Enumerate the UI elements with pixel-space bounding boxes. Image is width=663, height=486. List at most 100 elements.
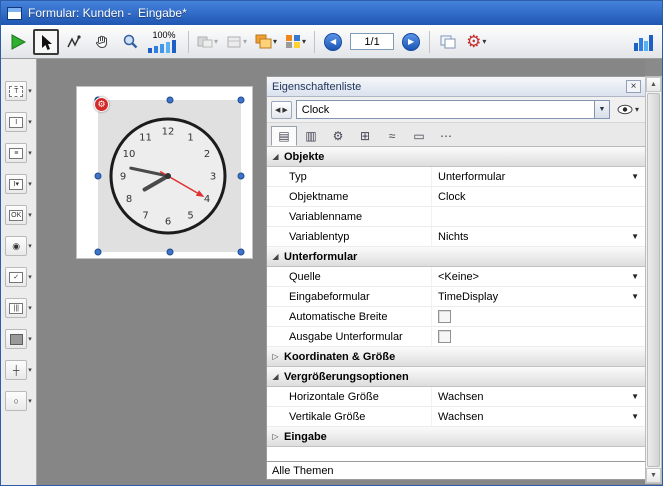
chevron-down-icon[interactable]: ▼ (594, 101, 609, 118)
select-tool-button[interactable] (33, 29, 59, 55)
clock-number: 11 (139, 133, 152, 144)
page-indicator[interactable]: 1/1 (350, 33, 394, 50)
layout-tab[interactable]: ⊞ (352, 126, 378, 146)
clock-widget[interactable]: ⚙ 121234567891011 (98, 100, 241, 252)
ellipse-tool-button[interactable]: ○ (5, 391, 27, 411)
selection-handle[interactable] (238, 173, 245, 180)
object-combobox[interactable]: Clock ▼ (296, 100, 610, 119)
dropdown-arrow-icon[interactable]: ▼ (631, 392, 639, 401)
separator-tool-button[interactable]: ┼ (5, 360, 27, 380)
selection-handle[interactable] (238, 97, 245, 104)
prev-page-button[interactable]: ◀ (320, 29, 346, 55)
section-koordinaten-größe[interactable]: ▷Koordinaten & Größe (267, 347, 646, 367)
selection-handle[interactable] (95, 249, 102, 256)
ok-button-tool-button[interactable]: OK (5, 205, 27, 225)
windows-button[interactable] (435, 29, 461, 55)
visibility-button[interactable]: ▾ (614, 100, 642, 120)
value-text: Wachsen (438, 391, 483, 403)
section-unterformular[interactable]: ◢Unterformular (267, 247, 646, 267)
text-field-tool-dropdown[interactable]: ▾ (28, 118, 32, 126)
property-value-variablenname[interactable] (432, 207, 646, 226)
property-value-horizontale-größe[interactable]: Wachsen ▼ (432, 387, 646, 406)
dropdown-arrow-icon[interactable]: ▼ (631, 232, 639, 241)
next-object-icon[interactable]: ▶ (282, 106, 287, 114)
properties-tab[interactable]: ▤ (271, 126, 297, 146)
scroll-down-icon[interactable]: ▼ (646, 468, 661, 483)
selection-handle[interactable] (166, 249, 173, 256)
titlebar[interactable]: Formular: Kunden - Eingabe* (1, 1, 662, 25)
panel-tool-button[interactable] (5, 329, 27, 349)
section-eingabe[interactable]: ▷Eingabe (267, 427, 646, 447)
button-group-tool-dropdown[interactable]: ▾ (28, 304, 32, 312)
run-form-button[interactable] (5, 29, 31, 55)
selection-handle[interactable] (238, 249, 245, 256)
radio-button-tool-dropdown[interactable]: ▾ (28, 242, 32, 250)
list-box-tool-button[interactable]: ≡ (5, 143, 27, 163)
property-row-typ: TypUnterformular▼ (267, 167, 646, 187)
close-icon[interactable]: × (626, 80, 641, 93)
scroll-up-icon[interactable]: ▲ (646, 77, 661, 92)
section-objekte[interactable]: ◢Objekte (267, 147, 646, 167)
dropdown-arrow-icon: ▾ (214, 37, 218, 46)
settings-tab[interactable]: ⚙ (325, 126, 351, 146)
checkbox[interactable] (438, 330, 451, 343)
scrollbar-thumb[interactable] (647, 93, 660, 467)
freehand-tool-button[interactable] (61, 29, 87, 55)
zoom-level-widget[interactable]: 100% (147, 27, 181, 57)
zoom-tool-button[interactable] (117, 29, 143, 55)
dropdown-arrow-icon[interactable]: ▼ (631, 412, 639, 421)
separator-tool-dropdown[interactable]: ▾ (28, 366, 32, 374)
property-value-typ[interactable]: Unterformular▼ (432, 167, 646, 186)
combo-box-tool-icon: I▾ (9, 179, 23, 190)
selection-handle[interactable] (95, 173, 102, 180)
selection-handle[interactable] (166, 97, 173, 104)
display-tab[interactable]: ▥ (298, 126, 324, 146)
checkbox[interactable] (438, 310, 451, 323)
next-page-button[interactable]: ▶ (398, 29, 424, 55)
object-prev-next-buttons[interactable]: ◀ ▶ (271, 101, 292, 119)
property-value-variablentyp[interactable]: Nichts▼ (432, 227, 646, 246)
settings-split-button[interactable]: ⚙ ▾ (463, 29, 489, 55)
ok-button-tool-dropdown[interactable]: ▾ (28, 211, 32, 219)
clock-number: 9 (120, 172, 126, 183)
dropdown-arrow-icon[interactable]: ▼ (631, 292, 639, 301)
cascade-split-button[interactable]: ▾ (252, 29, 280, 55)
screen-tab[interactable]: ▭ (406, 126, 432, 146)
list-box-tool-dropdown[interactable]: ▾ (28, 149, 32, 157)
label-tool-button[interactable]: T (5, 81, 27, 101)
dropdown-arrow-icon[interactable]: ▼ (631, 172, 639, 181)
check-box-tool-dropdown[interactable]: ▾ (28, 273, 32, 281)
prev-object-icon[interactable]: ◀ (275, 106, 280, 114)
property-value-vertikale-größe[interactable]: Wachsen▼ (432, 407, 646, 426)
ellipse-tool-dropdown[interactable]: ▾ (28, 397, 32, 405)
check-box-tool-button[interactable]: ✓ (5, 267, 27, 287)
label-tool-dropdown[interactable]: ▾ (28, 87, 32, 95)
vertical-scrollbar[interactable]: ▲ ▼ (645, 76, 662, 484)
align-split-button[interactable]: ▾ (194, 29, 221, 55)
themes-footer[interactable]: Alle Themen (267, 461, 646, 479)
property-value-quelle[interactable]: <Keine>▼ (432, 267, 646, 286)
grid-color-split-button[interactable]: ▾ (282, 29, 309, 55)
dropdown-arrow-icon[interactable]: ▼ (631, 272, 639, 281)
property-value-objektname[interactable]: Clock (432, 187, 646, 206)
properties-header[interactable]: Eigenschaftenliste × (267, 77, 646, 97)
pan-tool-button[interactable] (89, 29, 115, 55)
form-sheet[interactable]: ⚙ 121234567891011 (76, 86, 253, 259)
text-field-tool-button[interactable]: I (5, 112, 27, 132)
button-group-tool-button[interactable]: ||| (5, 298, 27, 318)
section-vergrößerungsoptionen[interactable]: ◢Vergrößerungsoptionen (267, 367, 646, 387)
combo-box-tool-button[interactable]: I▾ (5, 174, 27, 194)
property-value-eingabeformular[interactable]: TimeDisplay▼ (432, 287, 646, 306)
property-value-automatische-breite[interactable] (432, 307, 646, 326)
more-tab[interactable]: ⋯ (433, 126, 459, 146)
align-icon (197, 35, 213, 49)
property-value-ausgabe-unterformular[interactable] (432, 327, 646, 346)
zoom-bars-icon (147, 40, 181, 53)
layout-split-button[interactable]: ▾ (223, 29, 250, 55)
property-grid: ◢ObjekteTypUnterformular▼ObjektnameClock… (267, 147, 646, 461)
combo-box-tool-dropdown[interactable]: ▾ (28, 180, 32, 188)
panel-tool-dropdown[interactable]: ▾ (28, 335, 32, 343)
radio-button-tool-button[interactable]: ◉ (5, 236, 27, 256)
chart-button[interactable] (630, 29, 658, 55)
curve-tab[interactable]: ≈ (379, 126, 405, 146)
